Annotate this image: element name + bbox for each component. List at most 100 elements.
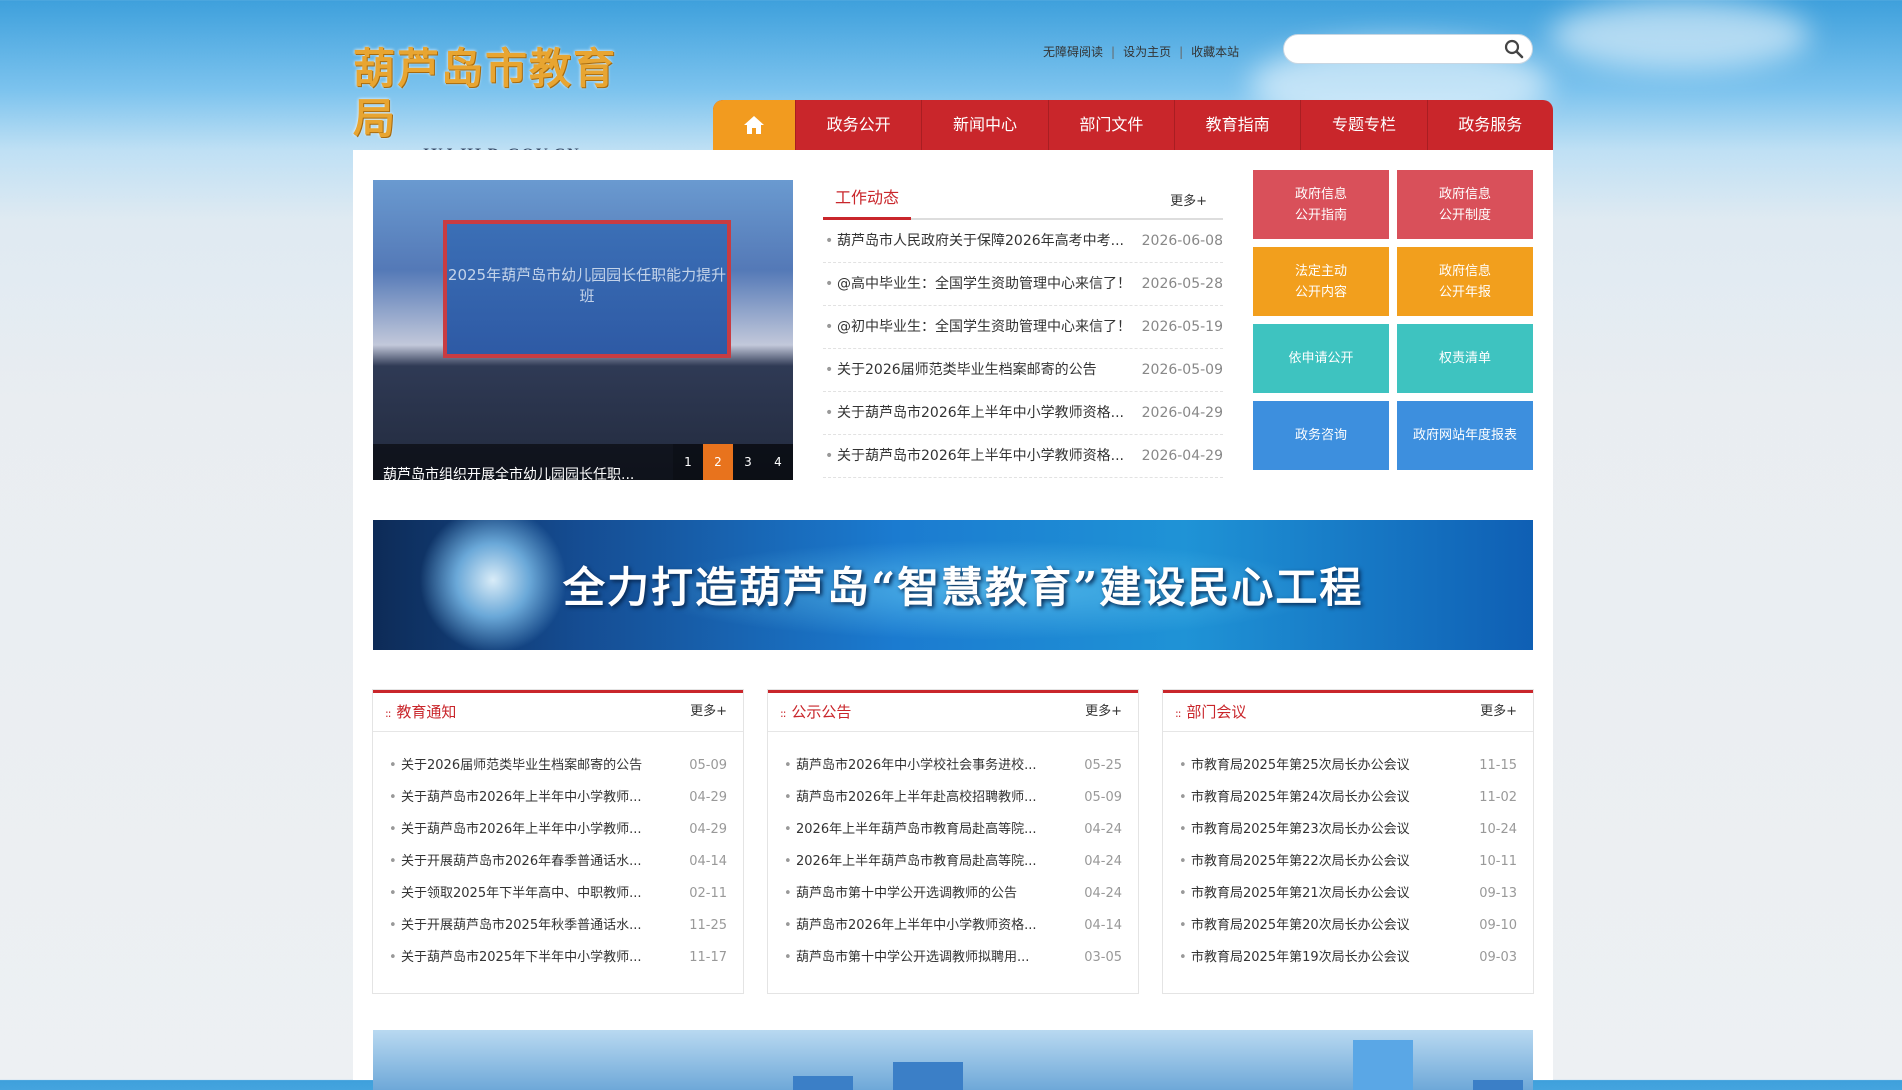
box-list: 市教育局2025年第25次局长办公会议 11-15 市教育局2025年第24次局长办… — [1163, 732, 1533, 974]
quick-link-tile[interactable]: 政府信息 公开制度 — [1397, 170, 1533, 239]
list-item[interactable]: 葫芦岛市第十中学公开选调教师拟聘用... 03-05 — [796, 942, 1122, 974]
notice-title-link[interactable]: 市教育局2025年第19次局长办公会议 — [1191, 950, 1410, 965]
notice-title-link[interactable]: 关于2026届师范类毕业生档案邮寄的公告 — [401, 758, 642, 773]
nav-home[interactable] — [713, 100, 795, 150]
notice-date: 04-24 — [1084, 822, 1122, 837]
notice-title-link[interactable]: 2026年上半年葫芦岛市教育局赴高等院... — [796, 822, 1036, 837]
work-news-more-link[interactable]: 更多+ — [1170, 190, 1207, 209]
slide-caption[interactable]: 葫芦岛市组织开展全市幼儿园园长任职... — [383, 464, 634, 480]
list-item[interactable]: 关于2026届师范类毕业生档案邮寄的公告 2026-05-09 — [823, 349, 1223, 392]
list-item[interactable]: 关于2026届师范类毕业生档案邮寄的公告 05-09 — [401, 750, 727, 782]
list-item[interactable]: 市教育局2025年第19次局长办公会议 09-03 — [1191, 942, 1517, 974]
notice-title-link[interactable]: 关于葫芦岛市2026年上半年中小学教师... — [401, 822, 641, 837]
quick-link-tile[interactable]: 政府网站年度报表 — [1397, 401, 1533, 470]
quick-link-tile[interactable]: 政府信息 公开指南 — [1253, 170, 1389, 239]
notice-title-link[interactable]: 关于葫芦岛市2026年上半年中小学教师... — [401, 790, 641, 805]
nav-item-gov-services[interactable]: 政务服务 — [1426, 100, 1553, 150]
list-item[interactable]: 关于葫芦岛市2026年上半年中小学教师... 04-29 — [401, 814, 727, 846]
list-item[interactable]: 2026年上半年葫芦岛市教育局赴高等院... 04-24 — [796, 814, 1122, 846]
news-title-link[interactable]: @高中毕业生：全国学生资助管理中心来信了！ — [825, 263, 1131, 305]
list-item[interactable]: 2026年上半年葫芦岛市教育局赴高等院... 04-24 — [796, 846, 1122, 878]
work-news-header: 工作动态 更多+ — [823, 180, 1223, 220]
slider-pagination: 1 2 3 4 — [673, 444, 793, 480]
notice-title-link[interactable]: 市教育局2025年第22次局长办公会议 — [1191, 854, 1410, 869]
list-item[interactable]: 关于开展葫芦岛市2025年秋季普通话水... 11-25 — [401, 910, 727, 942]
list-item[interactable]: @初中毕业生：全国学生资助管理中心来信了！ 2026-05-19 — [823, 306, 1223, 349]
slider-page-2[interactable]: 2 — [703, 444, 733, 480]
nav-item-education-guide[interactable]: 教育指南 — [1173, 100, 1300, 150]
nav-item-gov-affairs[interactable]: 政务公开 — [795, 100, 921, 150]
search-icon[interactable] — [1504, 39, 1524, 59]
quick-link-line: 公开指南 — [1294, 207, 1347, 223]
quick-link-tile[interactable]: 权责清单 — [1397, 324, 1533, 393]
news-title-link[interactable]: 关于葫芦岛市2026年上半年中小学教师资格... — [825, 392, 1124, 434]
slider-page-4[interactable]: 4 — [763, 444, 793, 480]
notice-title-link[interactable]: 市教育局2025年第25次局长办公会议 — [1191, 758, 1410, 773]
list-item[interactable]: 葫芦岛市2026年中小学校社会事务进校... 05-25 — [796, 750, 1122, 782]
search-input[interactable] — [1296, 35, 1500, 63]
site-logo[interactable]: 葫芦岛市教育局 JYJ.HLD.GOV.CN — [353, 44, 653, 164]
nav-item-news-center[interactable]: 新闻中心 — [921, 100, 1047, 150]
list-item[interactable]: 关于开展葫芦岛市2026年春季普通话水... 04-14 — [401, 846, 727, 878]
notice-date: 10-11 — [1479, 854, 1517, 869]
nav-item-dept-documents[interactable]: 部门文件 — [1047, 100, 1174, 150]
list-item[interactable]: 市教育局2025年第20次局长办公会议 09-10 — [1191, 910, 1517, 942]
set-homepage-link[interactable]: 设为主页 — [1123, 45, 1171, 59]
list-item[interactable]: 市教育局2025年第22次局长办公会议 10-11 — [1191, 846, 1517, 878]
news-title-link[interactable]: 葫芦岛市人民政府关于保障2026年高考中考... — [825, 220, 1124, 262]
box-more-link[interactable]: 更多+ — [1085, 693, 1122, 731]
notice-title-link[interactable]: 葫芦岛市第十中学公开选调教师的公告 — [796, 886, 1017, 901]
list-item[interactable]: 葫芦岛市第十中学公开选调教师的公告 04-24 — [796, 878, 1122, 910]
bottom-banner[interactable] — [373, 1030, 1533, 1090]
notice-title-link[interactable]: 葫芦岛市第十中学公开选调教师拟聘用... — [796, 950, 1029, 965]
notice-title-link[interactable]: 市教育局2025年第24次局长办公会议 — [1191, 790, 1410, 805]
notice-title-link[interactable]: 关于葫芦岛市2025年下半年中小学教师... — [401, 950, 641, 965]
list-item[interactable]: 关于葫芦岛市2026年上半年中小学教师资格... 2026-04-29 — [823, 435, 1223, 478]
notice-title-link[interactable]: 2026年上半年葫芦岛市教育局赴高等院... — [796, 854, 1036, 869]
quick-link-tile[interactable]: 法定主动 公开内容 — [1253, 247, 1389, 316]
quick-link-tile[interactable]: 政务咨询 — [1253, 401, 1389, 470]
list-item[interactable]: 关于葫芦岛市2026年上半年中小学教师资格... 2026-04-29 — [823, 392, 1223, 435]
slide-stage-screen: 2025年葫芦岛市幼儿园园长任职能力提升班 — [443, 220, 731, 358]
box-title: 部门会议 — [1175, 693, 1246, 733]
list-item[interactable]: 葫芦岛市人民政府关于保障2026年高考中考... 2026-06-08 — [823, 220, 1223, 263]
work-news-list: 葫芦岛市人民政府关于保障2026年高考中考... 2026-06-08 @高中毕业生… — [823, 220, 1223, 478]
notice-title-link[interactable]: 葫芦岛市2026年中小学校社会事务进校... — [796, 758, 1036, 773]
list-item[interactable]: @高中毕业生：全国学生资助管理中心来信了！ 2026-05-28 — [823, 263, 1223, 306]
quick-link-tile[interactable]: 政府信息 公开年报 — [1397, 247, 1533, 316]
box-more-link[interactable]: 更多+ — [690, 693, 727, 731]
news-title-link[interactable]: 关于葫芦岛市2026年上半年中小学教师资格... — [825, 435, 1124, 477]
quick-link-line: 依申请公开 — [1288, 351, 1354, 366]
notice-date: 04-24 — [1084, 854, 1122, 869]
notice-title-link[interactable]: 关于领取2025年下半年高中、中职教师... — [401, 886, 641, 901]
list-item[interactable]: 关于葫芦岛市2026年上半年中小学教师... 04-29 — [401, 782, 727, 814]
notice-title-link[interactable]: 市教育局2025年第23次局长办公会议 — [1191, 822, 1410, 837]
slider-page-3[interactable]: 3 — [733, 444, 763, 480]
box-more-link[interactable]: 更多+ — [1480, 693, 1517, 731]
notice-title-link[interactable]: 葫芦岛市2026年上半年赴高校招聘教师... — [796, 790, 1036, 805]
news-title-link[interactable]: 关于2026届师范类毕业生档案邮寄的公告 — [825, 349, 1097, 391]
notice-title-link[interactable]: 葫芦岛市2026年上半年中小学教师资格... — [796, 918, 1036, 933]
smart-education-banner[interactable]: 全力打造葫芦岛“智慧教育”建设民心工程 — [373, 520, 1533, 650]
notice-title-link[interactable]: 市教育局2025年第21次局长办公会议 — [1191, 886, 1410, 901]
quick-link-line: 公开年报 — [1438, 284, 1491, 300]
accessibility-link[interactable]: 无障碍阅读 — [1043, 45, 1103, 59]
list-item[interactable]: 市教育局2025年第21次局长办公会议 09-13 — [1191, 878, 1517, 910]
list-item[interactable]: 市教育局2025年第25次局长办公会议 11-15 — [1191, 750, 1517, 782]
tab-work-news[interactable]: 工作动态 — [823, 179, 912, 220]
notice-title-link[interactable]: 市教育局2025年第20次局长办公会议 — [1191, 918, 1410, 933]
list-item[interactable]: 关于葫芦岛市2025年下半年中小学教师... 11-17 — [401, 942, 727, 974]
slider-page-1[interactable]: 1 — [673, 444, 703, 480]
news-title-link[interactable]: @初中毕业生：全国学生资助管理中心来信了！ — [825, 306, 1131, 348]
list-item[interactable]: 关于领取2025年下半年高中、中职教师... 02-11 — [401, 878, 727, 910]
list-item[interactable]: 市教育局2025年第24次局长办公会议 11-02 — [1191, 782, 1517, 814]
list-item[interactable]: 市教育局2025年第23次局长办公会议 10-24 — [1191, 814, 1517, 846]
quick-link-tile[interactable]: 依申请公开 — [1253, 324, 1389, 393]
news-slider[interactable]: 2025年葫芦岛市幼儿园园长任职能力提升班 葫芦岛市组织开展全市幼儿园园长任职.… — [373, 180, 793, 480]
notice-title-link[interactable]: 关于开展葫芦岛市2026年春季普通话水... — [401, 854, 641, 869]
list-item[interactable]: 葫芦岛市2026年上半年赴高校招聘教师... 05-09 — [796, 782, 1122, 814]
nav-item-special-topics[interactable]: 专题专栏 — [1300, 100, 1426, 150]
list-item[interactable]: 葫芦岛市2026年上半年中小学教师资格... 04-14 — [796, 910, 1122, 942]
bookmark-link[interactable]: 收藏本站 — [1191, 45, 1239, 59]
notice-title-link[interactable]: 关于开展葫芦岛市2025年秋季普通话水... — [401, 918, 641, 933]
